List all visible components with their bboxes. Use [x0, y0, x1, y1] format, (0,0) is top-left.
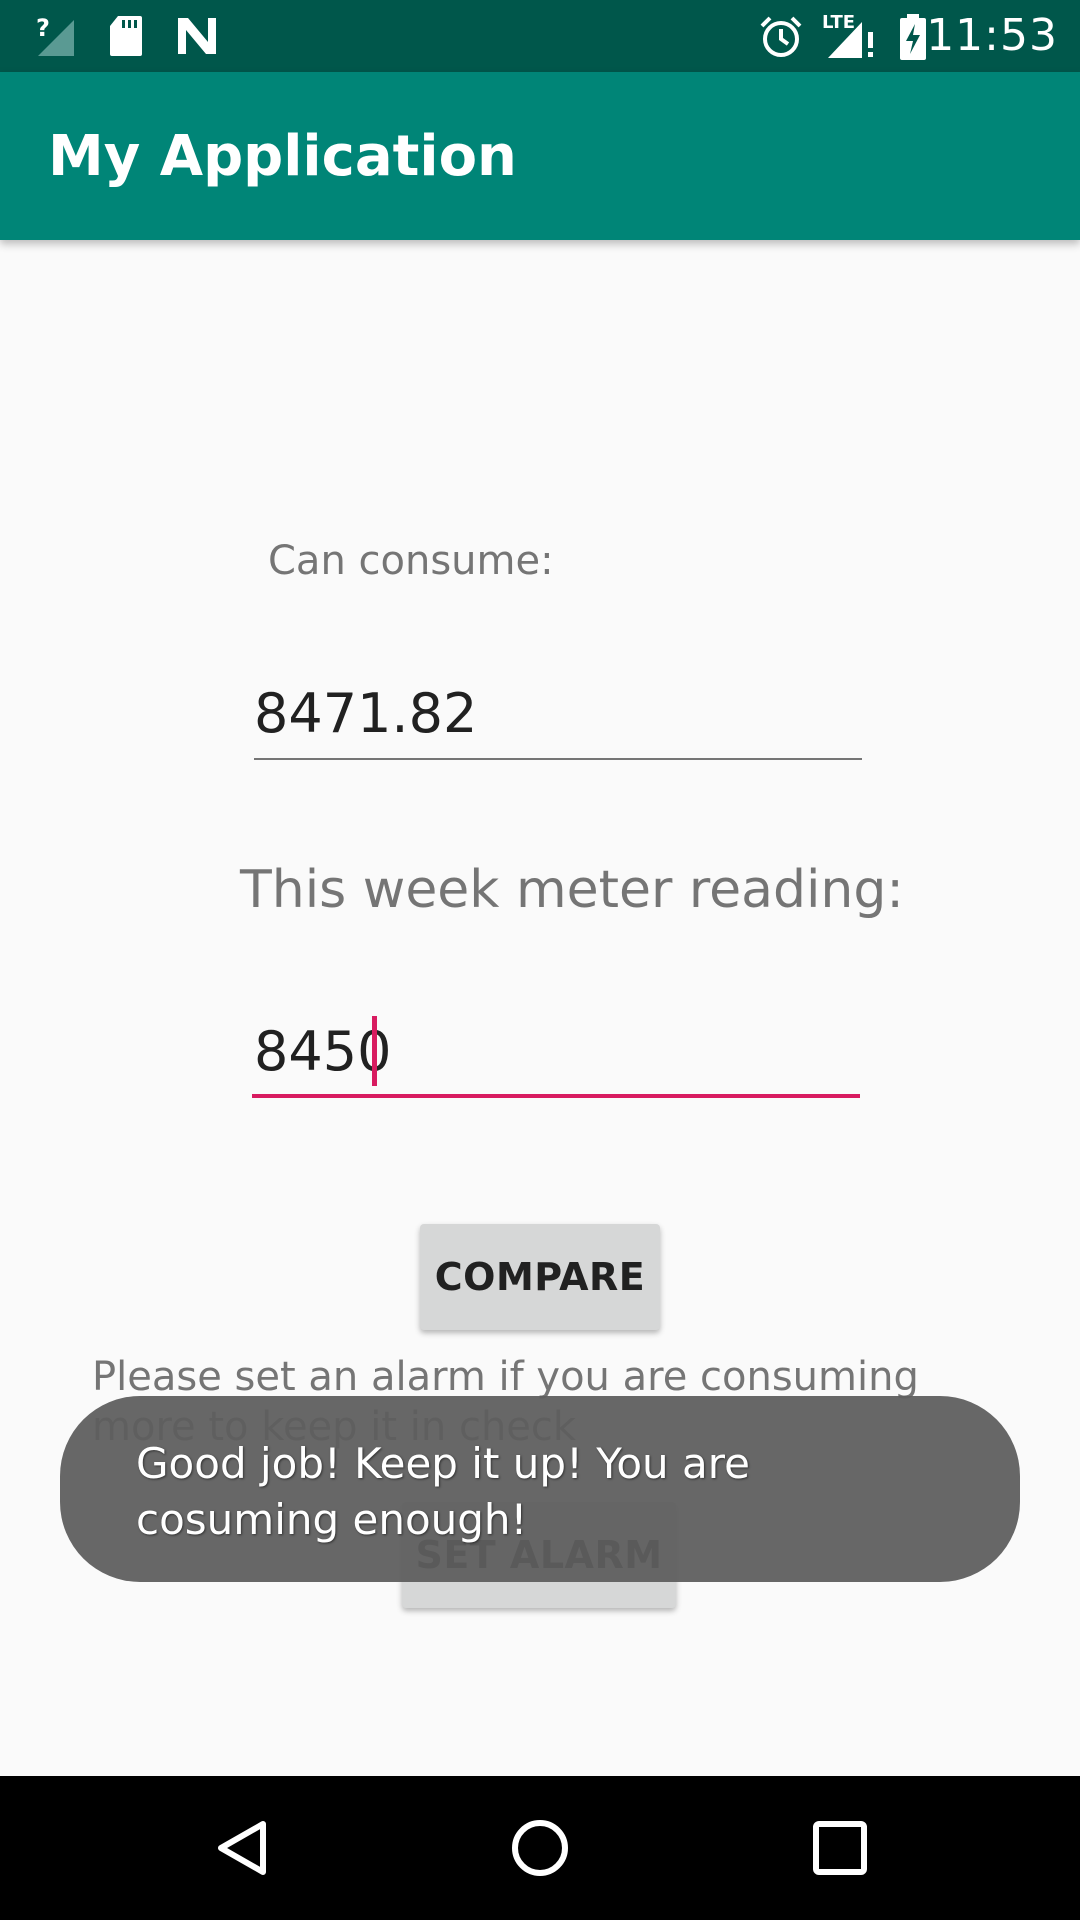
status-time: 11:53 — [926, 10, 1058, 61]
screen: ? LTE 11:53 My Application Can consume: … — [0, 0, 1080, 1920]
back-icon[interactable] — [205, 1812, 277, 1884]
sd-card-icon — [110, 16, 142, 56]
battery-charging-icon — [900, 14, 926, 60]
alarm-icon — [760, 16, 802, 57]
toast: Good job! Keep it up! You are cosuming e… — [60, 1396, 1020, 1582]
app-title: My Application — [48, 124, 517, 189]
meter-reading-underline — [252, 1094, 860, 1098]
home-icon[interactable] — [504, 1812, 576, 1884]
status-bar: ? LTE 11:53 — [0, 0, 1080, 72]
nav-bar — [0, 1776, 1080, 1920]
toast-message: Good job! Keep it up! You are cosuming e… — [136, 1439, 750, 1544]
meter-reading-value[interactable]: 8450 — [254, 1020, 391, 1083]
compare-button[interactable]: COMPARE — [420, 1224, 660, 1330]
can-consume-value[interactable]: 8471.82 — [254, 682, 477, 745]
can-consume-label: Can consume: — [268, 538, 554, 584]
can-consume-underline — [254, 758, 862, 760]
recents-icon[interactable] — [804, 1812, 876, 1884]
lte-label: LTE — [822, 12, 856, 33]
signal-unknown-icon: ? — [36, 14, 74, 56]
n-logo-icon — [178, 18, 216, 54]
meter-reading-field[interactable]: 8450 — [252, 1010, 860, 1102]
text-cursor — [372, 1016, 377, 1086]
lte-signal-icon: LTE — [822, 12, 878, 60]
app-bar: My Application — [0, 72, 1080, 240]
meter-reading-label: This week meter reading: — [240, 860, 904, 920]
svg-text:?: ? — [36, 14, 50, 42]
